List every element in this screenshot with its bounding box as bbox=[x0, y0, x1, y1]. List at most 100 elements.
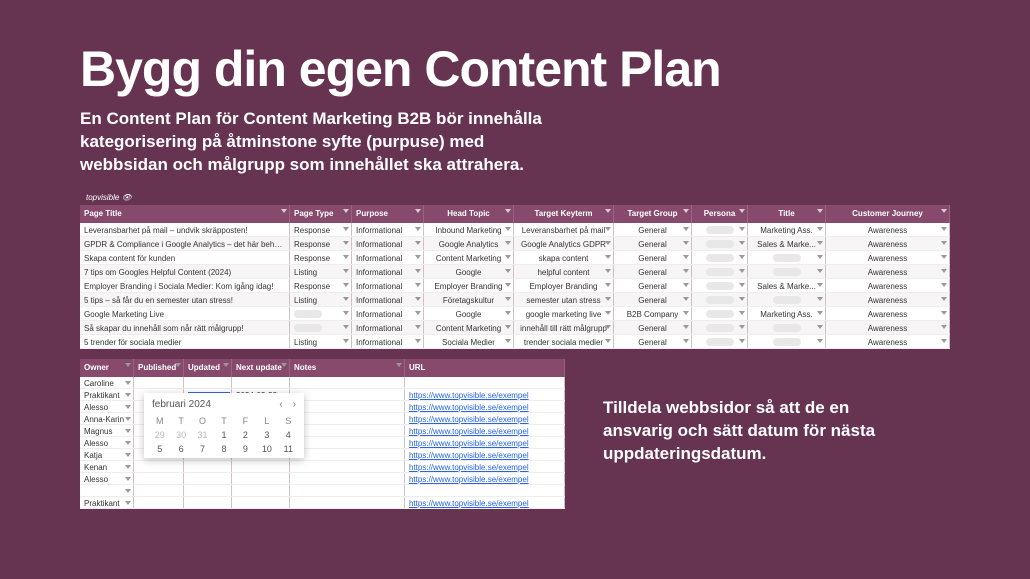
chevron-down-icon[interactable] bbox=[505, 283, 511, 287]
cell[interactable]: Content Marketing bbox=[424, 251, 514, 264]
chevron-down-icon[interactable] bbox=[343, 283, 349, 287]
chevron-down-icon[interactable] bbox=[817, 297, 823, 301]
table-row[interactable]: Så skapar du innehåll som når rätt målgr… bbox=[80, 321, 950, 335]
next-update-cell[interactable] bbox=[232, 461, 290, 472]
col-next-update[interactable]: Next update bbox=[232, 359, 290, 377]
url-cell[interactable] bbox=[405, 377, 565, 388]
cell[interactable]: Awareness bbox=[826, 265, 950, 278]
chevron-down-icon[interactable] bbox=[281, 209, 287, 213]
chevron-down-icon[interactable] bbox=[941, 241, 947, 245]
cell[interactable] bbox=[692, 293, 748, 306]
owner-cell[interactable]: Kenan bbox=[80, 461, 134, 472]
col-page-type[interactable]: Page Type bbox=[290, 205, 352, 223]
cell[interactable]: Google bbox=[424, 265, 514, 278]
cell[interactable] bbox=[748, 251, 826, 264]
chevron-down-icon[interactable] bbox=[505, 297, 511, 301]
calendar-day[interactable]: 1 bbox=[216, 430, 231, 440]
chevron-down-icon[interactable] bbox=[125, 453, 131, 457]
cell[interactable]: Google Analytics GDPR bbox=[514, 237, 614, 250]
cell[interactable]: Google bbox=[424, 307, 514, 320]
chevron-down-icon[interactable] bbox=[817, 209, 823, 213]
next-update-cell[interactable] bbox=[232, 485, 290, 496]
calendar-day[interactable]: 8 bbox=[216, 444, 231, 454]
table-row[interactable]: 5 trender för sociala medierListingInfor… bbox=[80, 335, 950, 349]
chevron-down-icon[interactable] bbox=[739, 241, 745, 245]
calendar-day[interactable]: 3 bbox=[259, 430, 274, 440]
owner-cell[interactable]: Anna-Karin bbox=[80, 413, 134, 424]
cell[interactable]: trender sociala medier bbox=[514, 335, 614, 348]
cell[interactable]: General bbox=[614, 237, 692, 250]
url-cell[interactable]: https://www.topvisible.se/exempel bbox=[405, 497, 565, 508]
chevron-down-icon[interactable] bbox=[343, 325, 349, 329]
published-cell[interactable] bbox=[134, 461, 184, 472]
cell[interactable]: Employer Branding bbox=[424, 279, 514, 292]
updated-cell[interactable] bbox=[184, 377, 232, 388]
chevron-down-icon[interactable] bbox=[125, 477, 131, 481]
notes-cell[interactable] bbox=[290, 425, 405, 436]
chevron-down-icon[interactable] bbox=[683, 311, 689, 315]
cell[interactable]: General bbox=[614, 321, 692, 334]
chevron-down-icon[interactable] bbox=[605, 227, 611, 231]
cell[interactable]: Leveransbarhet på mail bbox=[514, 223, 614, 236]
notes-cell[interactable] bbox=[290, 497, 405, 508]
table-row[interactable]: Leveransbarhet på mail – undvik skräppos… bbox=[80, 223, 950, 237]
chevron-down-icon[interactable] bbox=[683, 241, 689, 245]
calendar-day[interactable]: 6 bbox=[173, 444, 188, 454]
owner-cell[interactable]: Alesso bbox=[80, 473, 134, 484]
col-published[interactable]: Published bbox=[134, 359, 184, 377]
chevron-down-icon[interactable] bbox=[415, 311, 421, 315]
notes-cell[interactable] bbox=[290, 389, 405, 400]
cell[interactable] bbox=[692, 307, 748, 320]
notes-cell[interactable] bbox=[290, 461, 405, 472]
cell[interactable]: skapa content bbox=[514, 251, 614, 264]
chevron-down-icon[interactable] bbox=[941, 339, 947, 343]
chevron-down-icon[interactable] bbox=[505, 311, 511, 315]
cell[interactable]: Awareness bbox=[826, 335, 950, 348]
chevron-down-icon[interactable] bbox=[683, 227, 689, 231]
calendar-day[interactable]: 31 bbox=[195, 430, 210, 440]
url-link[interactable]: https://www.topvisible.se/exempel bbox=[409, 427, 529, 436]
url-cell[interactable]: https://www.topvisible.se/exempel bbox=[405, 437, 565, 448]
cell[interactable]: General bbox=[614, 335, 692, 348]
cell[interactable]: Google Marketing Live bbox=[80, 307, 290, 320]
chevron-down-icon[interactable] bbox=[605, 339, 611, 343]
cell[interactable]: 5 trender för sociala medier bbox=[80, 335, 290, 348]
cell[interactable]: Informational bbox=[352, 307, 424, 320]
chevron-down-icon[interactable] bbox=[683, 269, 689, 273]
cell[interactable]: Informational bbox=[352, 321, 424, 334]
chevron-down-icon[interactable] bbox=[125, 501, 131, 505]
chevron-down-icon[interactable] bbox=[505, 269, 511, 273]
url-cell[interactable]: https://www.topvisible.se/exempel bbox=[405, 461, 565, 472]
published-cell[interactable] bbox=[134, 377, 184, 388]
notes-cell[interactable] bbox=[290, 473, 405, 484]
chevron-down-icon[interactable] bbox=[343, 255, 349, 259]
chevron-down-icon[interactable] bbox=[505, 241, 511, 245]
chevron-down-icon[interactable] bbox=[605, 269, 611, 273]
cell[interactable]: Awareness bbox=[826, 237, 950, 250]
chevron-down-icon[interactable] bbox=[505, 227, 511, 231]
url-link[interactable]: https://www.topvisible.se/exempel bbox=[409, 451, 529, 460]
next-update-cell[interactable] bbox=[232, 497, 290, 508]
cell[interactable]: GPDR & Compliance i Google Analytics – d… bbox=[80, 237, 290, 250]
cell[interactable]: Marketing Ass. bbox=[748, 223, 826, 236]
col-url[interactable]: URL bbox=[405, 359, 565, 377]
cell[interactable]: Response bbox=[290, 279, 352, 292]
cell[interactable]: Content Marketing bbox=[424, 321, 514, 334]
chevron-down-icon[interactable] bbox=[739, 269, 745, 273]
chevron-down-icon[interactable] bbox=[223, 363, 229, 367]
url-link[interactable]: https://www.topvisible.se/exempel bbox=[409, 463, 529, 472]
chevron-down-icon[interactable] bbox=[605, 297, 611, 301]
chevron-down-icon[interactable] bbox=[683, 209, 689, 213]
url-link[interactable]: https://www.topvisible.se/exempel bbox=[409, 475, 529, 484]
cell[interactable]: Sales & Marke... bbox=[748, 237, 826, 250]
owner-cell[interactable]: Praktikant bbox=[80, 389, 134, 400]
chevron-down-icon[interactable] bbox=[505, 325, 511, 329]
col-persona[interactable]: Persona bbox=[692, 205, 748, 223]
cell[interactable] bbox=[692, 251, 748, 264]
cell[interactable]: google marketing live bbox=[514, 307, 614, 320]
chevron-down-icon[interactable] bbox=[343, 297, 349, 301]
url-cell[interactable] bbox=[405, 485, 565, 496]
table-row[interactable]: 7 tips om Googles Helpful Content (2024)… bbox=[80, 265, 950, 279]
calendar-day[interactable]: 5 bbox=[152, 444, 167, 454]
chevron-down-icon[interactable] bbox=[739, 209, 745, 213]
